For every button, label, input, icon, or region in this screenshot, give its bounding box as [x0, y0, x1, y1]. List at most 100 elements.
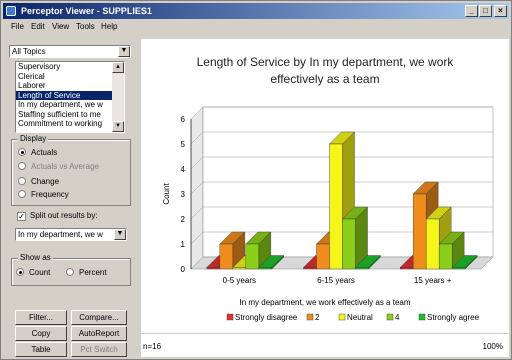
split-checkbox[interactable]: ✓: [17, 212, 26, 221]
legend-label: Strongly disagree: [235, 313, 298, 322]
bar: [425, 218, 440, 270]
split-checkbox-row[interactable]: ✓ Split out results by:: [17, 211, 98, 221]
menu-help[interactable]: Help: [101, 22, 117, 31]
y-tick-label: 6: [181, 115, 186, 124]
sample-size: n=16: [143, 342, 162, 351]
y-tick-label: 3: [181, 190, 186, 199]
left-panel: All Topics ▼ Supervisory Clerical Laborer L…: [3, 39, 139, 357]
display-option[interactable]: Actuals vs Average: [18, 162, 99, 172]
bar: [412, 193, 427, 270]
bar: [258, 267, 273, 270]
legend-swatch: [306, 313, 314, 321]
display-option[interactable]: Change: [18, 177, 59, 187]
menu-view[interactable]: View: [52, 22, 69, 31]
bar: [316, 243, 330, 270]
split-select-value: In my department, we w: [18, 230, 103, 239]
chevron-down-icon[interactable]: ▼: [118, 46, 130, 57]
legend-label: 2: [315, 313, 320, 322]
title-bar: Perceptor Viewer - SUPPLIES1 _ □ ×: [3, 3, 509, 19]
legend-swatch: [338, 313, 346, 321]
display-group-title: Display: [18, 134, 49, 143]
display-radio[interactable]: [18, 148, 26, 156]
pct-switch-button[interactable]: Pct Switch: [71, 342, 127, 357]
bar: [355, 267, 369, 270]
zoom-level: 100%: [482, 342, 503, 351]
window-title: Perceptor Viewer - SUPPLIES1: [21, 6, 152, 16]
list-item[interactable]: In my department, we w: [16, 100, 112, 110]
x-tick-label: 15 years +: [414, 276, 452, 285]
list-item[interactable]: Laborer: [16, 81, 112, 91]
app-window: Perceptor Viewer - SUPPLIES1 _ □ × File …: [0, 0, 512, 360]
topic-select[interactable]: All Topics ▼: [9, 45, 131, 58]
x-tick-label: 6-15 years: [317, 276, 355, 285]
radio-count[interactable]: Count: [16, 268, 50, 278]
menu-edit[interactable]: Edit: [31, 22, 45, 31]
display-group: Display Actuals Actuals vs Average Change F…: [11, 134, 131, 206]
display-option-label: Change: [31, 177, 60, 186]
scroll-up-icon[interactable]: ▲: [112, 62, 124, 73]
chevron-down-icon[interactable]: ▼: [114, 229, 126, 240]
status-bar: n=16 100%: [141, 334, 509, 357]
bar: [342, 218, 356, 270]
legend-label: Strongly agree: [427, 313, 480, 322]
list-item[interactable]: Clerical: [16, 72, 112, 82]
bar: [219, 243, 234, 270]
display-radio[interactable]: [18, 162, 26, 170]
bar: [232, 267, 247, 270]
copy-button[interactable]: Copy: [15, 326, 67, 341]
minimize-button[interactable]: _: [465, 5, 478, 17]
y-tick-label: 1: [181, 240, 186, 249]
maximize-button[interactable]: □: [479, 5, 492, 17]
radio-percent[interactable]: Percent: [66, 268, 107, 278]
question-list[interactable]: Supervisory Clerical Laborer Length of Serv…: [15, 61, 125, 133]
list-item[interactable]: Supervisory: [16, 62, 112, 72]
display-option[interactable]: Actuals: [18, 148, 57, 158]
bar: [329, 143, 343, 270]
y-tick-label: 4: [181, 165, 186, 174]
legend-swatch: [418, 313, 426, 321]
filter-button[interactable]: Filter...: [15, 310, 67, 325]
split-label: Split out results by:: [30, 211, 98, 220]
list-item[interactable]: Staffing sufficient to me: [16, 110, 112, 120]
display-option[interactable]: Frequency: [18, 190, 69, 200]
show-as-group-title: Show as: [18, 253, 53, 262]
legend-swatch: [386, 313, 394, 321]
y-tick-label: 2: [181, 215, 186, 224]
close-button[interactable]: ×: [494, 5, 507, 17]
radio-count-indicator[interactable]: [16, 268, 24, 276]
list-item[interactable]: Length of Service: [16, 90, 112, 100]
autoreport-button[interactable]: AutoReport: [71, 326, 127, 341]
y-axis-label: Count: [162, 183, 171, 205]
display-option-label: Frequency: [31, 190, 69, 199]
radio-percent-label: Percent: [79, 268, 107, 277]
display-radio[interactable]: [18, 190, 26, 198]
split-select[interactable]: In my department, we w ▼: [15, 228, 127, 241]
legend-label: Neutral: [347, 313, 373, 322]
radio-count-label: Count: [29, 268, 51, 277]
topic-select-value: All Topics: [12, 47, 46, 56]
chart-panel: Length of Service by In my department, w…: [141, 39, 509, 333]
display-radio[interactable]: [18, 177, 26, 185]
bar: [399, 267, 414, 270]
bar: [438, 243, 453, 270]
menu-tools[interactable]: Tools: [76, 22, 95, 31]
x-tick-label: 0-5 years: [223, 276, 256, 285]
table-button[interactable]: Table: [15, 342, 67, 357]
display-option-label: Actuals vs Average: [31, 162, 99, 171]
compare-button[interactable]: Compare...: [71, 310, 127, 325]
show-as-group: Show as Count Percent: [11, 253, 131, 286]
bar: [206, 267, 221, 270]
radio-percent-indicator[interactable]: [66, 268, 74, 276]
legend-swatch: [226, 313, 234, 321]
legend-label: 4: [395, 313, 400, 322]
app-icon: [6, 6, 16, 16]
list-scrollbar[interactable]: ▲ ▼: [112, 62, 124, 132]
display-option-label: Actuals: [31, 148, 58, 157]
menu-file[interactable]: File: [11, 22, 24, 31]
y-tick-label: 0: [181, 265, 186, 274]
x-axis-label: In my department, we work effectively as…: [239, 298, 410, 307]
list-item[interactable]: Commitment to working: [16, 119, 112, 129]
scroll-down-icon[interactable]: ▼: [112, 121, 124, 132]
menu-bar: File Edit View Tools Help: [3, 20, 509, 34]
bar: [451, 267, 466, 270]
